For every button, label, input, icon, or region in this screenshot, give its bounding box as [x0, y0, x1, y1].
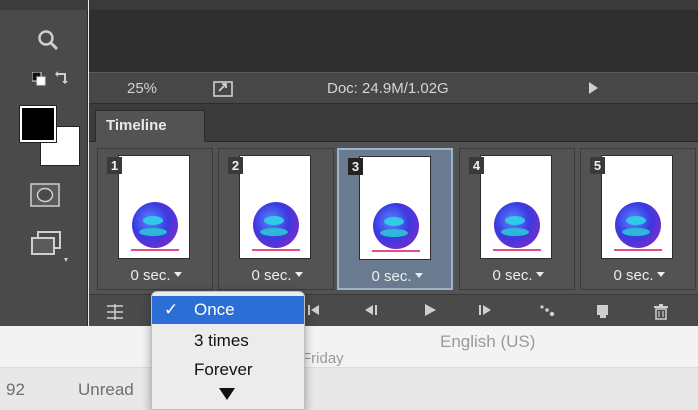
thumbnail-caption	[252, 249, 300, 251]
frame-delay[interactable]: 0 sec.	[219, 267, 335, 284]
globe-land	[264, 216, 284, 225]
frame-thumbnail	[480, 155, 552, 259]
frame-number: 2	[228, 157, 243, 174]
first-frame-icon[interactable]	[307, 303, 321, 320]
menu-item-forever[interactable]: Forever	[152, 356, 304, 384]
thumbnail-caption	[131, 249, 179, 251]
globe-image	[373, 203, 419, 249]
frame-number: 1	[107, 157, 122, 174]
globe-image	[615, 202, 661, 248]
loop-options-menu: ✓ Once 3 times Forever	[151, 291, 305, 410]
globe-land	[626, 216, 646, 225]
export-icon[interactable]	[213, 79, 235, 97]
tools-panel	[0, 0, 88, 326]
scroll-down-arrow-icon[interactable]	[219, 388, 235, 400]
chevron-down-icon	[414, 273, 423, 278]
zoom-tool-icon[interactable]	[36, 28, 60, 57]
frame-thumbnail	[118, 155, 190, 259]
frame-delay-value: 0 sec.	[251, 267, 292, 284]
canvas-top-band	[89, 0, 698, 10]
menu-item-3-times[interactable]: 3 times	[152, 327, 304, 355]
animation-frame-5[interactable]: 5 0 sec.	[580, 148, 696, 290]
checkmark-icon: ✓	[164, 300, 179, 319]
frame-delay-value: 0 sec.	[492, 267, 533, 284]
thumbnail-caption	[493, 249, 541, 251]
globe-land	[501, 228, 529, 236]
globe-image	[253, 202, 299, 248]
count-label: 92	[6, 380, 25, 399]
globe-land	[505, 216, 525, 225]
list-item: 92 Unread	[0, 368, 698, 410]
swap-colors-icon[interactable]	[54, 70, 70, 91]
previous-frame-icon[interactable]	[363, 303, 379, 320]
animation-frame-1[interactable]: 1 0 sec.	[97, 148, 213, 290]
quick-mask-icon[interactable]	[30, 183, 60, 212]
chevron-down-icon	[535, 272, 544, 277]
frame-number: 5	[590, 157, 605, 174]
date-label: Friday	[302, 350, 344, 367]
frame-number: 4	[469, 157, 484, 174]
animation-frame-4[interactable]: 4 0 sec.	[459, 148, 575, 290]
thumbnail-caption	[372, 250, 420, 252]
tab-timeline[interactable]: Timeline	[95, 110, 205, 143]
foreground-color-swatch[interactable]	[20, 106, 56, 142]
unread-label: Unread	[78, 380, 134, 399]
menu-item-label: Once	[194, 300, 235, 319]
globe-land	[622, 228, 650, 236]
frame-thumbnail	[359, 156, 431, 260]
chevron-down-icon	[656, 272, 665, 277]
next-frame-icon[interactable]	[477, 303, 493, 320]
play-icon[interactable]	[423, 303, 437, 320]
tween-icon[interactable]	[539, 303, 557, 322]
menu-item-once[interactable]: ✓ Once	[152, 296, 304, 324]
frame-delay[interactable]: 0 sec.	[98, 267, 214, 284]
panel-tab-bar: Timeline	[89, 104, 698, 143]
globe-land	[260, 228, 288, 236]
chevron-down-icon	[294, 272, 303, 277]
animation-frame-3[interactable]: 3 0 sec.	[337, 148, 453, 290]
frame-delay[interactable]: 0 sec.	[460, 267, 576, 284]
frame-delay[interactable]: 0 sec.	[581, 267, 697, 284]
thumbnail-caption	[614, 249, 662, 251]
frame-delay[interactable]: 0 sec.	[339, 268, 455, 285]
convert-timeline-icon[interactable]	[105, 303, 125, 324]
timeline-frames: 1 0 sec. 2 0 sec. 3 0 sec. 4 0 sec. 5 0 …	[89, 142, 698, 294]
globe-land	[143, 216, 163, 225]
globe-image	[132, 202, 178, 248]
globe-land	[384, 217, 404, 226]
trash-icon[interactable]	[653, 303, 669, 323]
animation-frame-2[interactable]: 2 0 sec.	[218, 148, 334, 290]
list-item: English (US) Friday	[0, 326, 698, 368]
frame-delay-value: 0 sec.	[130, 267, 171, 284]
status-bar: 25% Doc: 24.9M/1.02G	[89, 72, 698, 104]
screen-mode-icon[interactable]	[28, 230, 68, 271]
language-label: English (US)	[440, 332, 536, 351]
frame-delay-value: 0 sec.	[613, 267, 654, 284]
globe-land	[139, 228, 167, 236]
default-colors-icon[interactable]	[31, 71, 46, 91]
document-size-info: Doc: 24.9M/1.02G	[327, 80, 449, 97]
background-email-list: English (US) Friday 92 Unread	[0, 326, 698, 410]
frame-thumbnail	[601, 155, 673, 259]
status-menu-arrow-icon[interactable]	[589, 82, 598, 94]
menu-item-label: Forever	[194, 360, 253, 379]
frame-thumbnail	[239, 155, 311, 259]
tools-panel-header	[0, 0, 88, 10]
duplicate-frame-icon[interactable]	[595, 303, 611, 322]
chevron-down-icon	[173, 272, 182, 277]
frame-delay-value: 0 sec.	[371, 268, 412, 285]
globe-land	[380, 229, 408, 237]
globe-image	[494, 202, 540, 248]
frame-number: 3	[348, 158, 363, 175]
menu-item-label: 3 times	[194, 331, 249, 350]
document-canvas-area	[89, 0, 698, 72]
zoom-level[interactable]: 25%	[127, 80, 157, 97]
photoshop-window: English (US) Friday 92 Unread 25% Doc: 2…	[0, 0, 698, 410]
